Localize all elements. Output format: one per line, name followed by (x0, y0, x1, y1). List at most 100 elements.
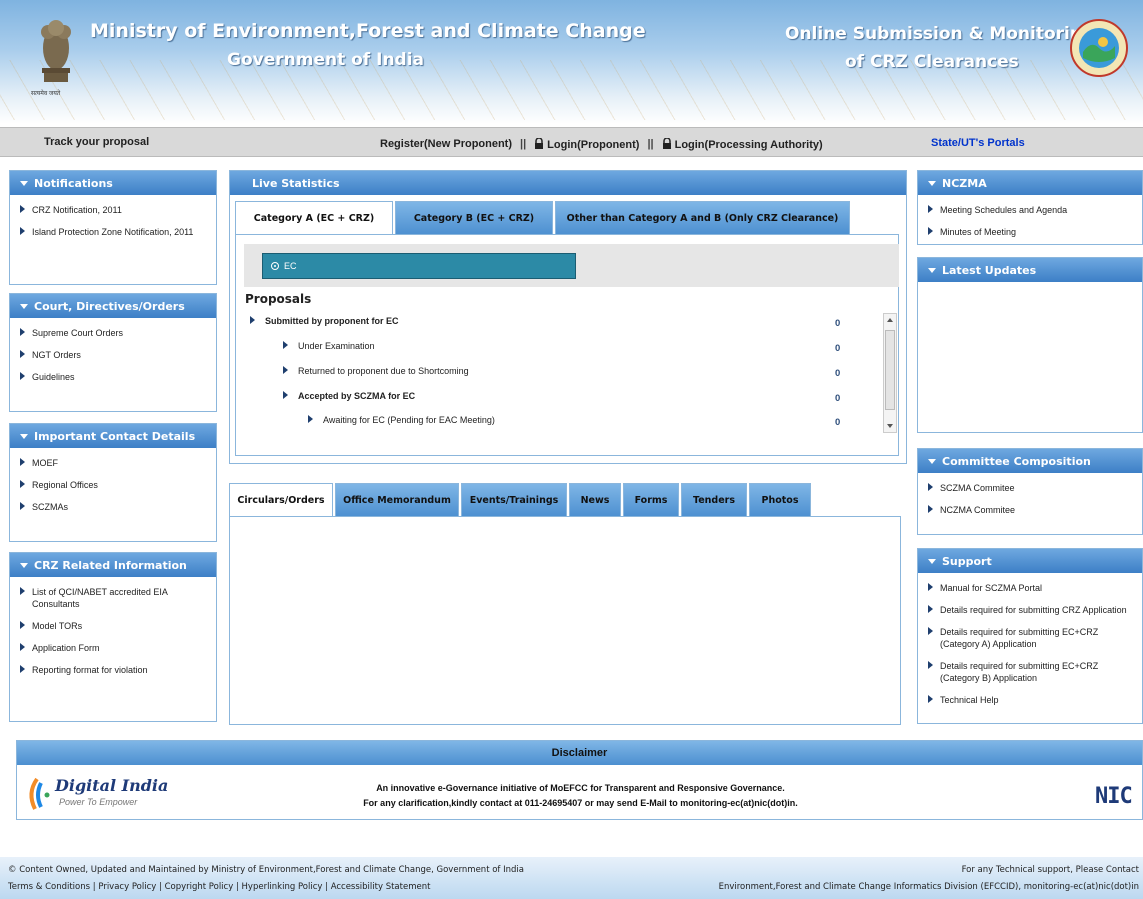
ec-radio-button[interactable]: EC (262, 253, 576, 279)
contacts-list: MOEF Regional Offices SCZMAs (10, 448, 216, 526)
tab-tenders[interactable]: Tenders (681, 483, 747, 517)
ec-label: EC (284, 261, 297, 271)
collapse-icon (20, 180, 28, 186)
list-item[interactable]: MOEF (18, 454, 208, 476)
list-item[interactable]: Island Protection Zone Notification, 201… (18, 223, 208, 245)
item-label: Island Protection Zone Notification, 201… (32, 227, 194, 237)
category-tabs: Category A (EC + CRZ) Category B (EC + C… (235, 201, 852, 235)
list-item[interactable]: SCZMAs (18, 498, 208, 520)
latest-updates-header[interactable]: Latest Updates (918, 258, 1142, 282)
tab-category-b[interactable]: Category B (EC + CRZ) (395, 201, 553, 235)
tab-other-category[interactable]: Other than Category A and B (Only CRZ Cl… (555, 201, 850, 235)
item-label: NGT Orders (32, 350, 81, 360)
proposal-row[interactable]: Under Examination (283, 341, 375, 351)
track-proposal-link[interactable]: Track your proposal (44, 136, 149, 148)
scroll-up-icon[interactable] (887, 318, 893, 322)
crz-info-header[interactable]: CRZ Related Information (10, 553, 216, 577)
bullet-arrow-icon (928, 695, 933, 703)
live-statistics-panel: Live Statistics Category A (EC + CRZ) Ca… (229, 170, 907, 464)
list-item[interactable]: Regional Offices (18, 476, 208, 498)
proposal-count[interactable]: 0 (835, 417, 840, 428)
proposal-count[interactable]: 0 (835, 368, 840, 379)
list-item[interactable]: Minutes of Meeting (926, 223, 1134, 245)
nav-separator: || (647, 138, 654, 150)
bullet-arrow-icon (928, 605, 933, 613)
bullet-arrow-icon (20, 350, 25, 358)
proposal-row[interactable]: Submitted by proponent for EC (250, 316, 399, 326)
nczma-header[interactable]: NCZMA (918, 171, 1142, 195)
crz-info-panel: CRZ Related Information List of QCI/NABE… (9, 552, 217, 722)
list-item[interactable]: Details required for submitting EC+CRZ (… (926, 657, 1134, 691)
item-label: Details required for submitting CRZ Appl… (940, 605, 1127, 615)
proposal-row[interactable]: Accepted by SCZMA for EC (283, 391, 415, 401)
item-label: Guidelines (32, 372, 75, 382)
tab-circulars-orders[interactable]: Circulars/Orders (229, 483, 333, 517)
list-item[interactable]: Details required for submitting CRZ Appl… (926, 601, 1134, 623)
ec-strip: EC (244, 244, 899, 287)
tab-forms[interactable]: Forms (623, 483, 679, 517)
bullet-arrow-icon (928, 583, 933, 591)
list-item[interactable]: Technical Help (926, 691, 1134, 713)
proposal-count[interactable]: 0 (835, 393, 840, 404)
list-item[interactable]: NGT Orders (18, 346, 208, 368)
court-panel: Court, Directives/Orders Supreme Court O… (9, 293, 217, 412)
contacts-header[interactable]: Important Contact Details (10, 424, 216, 448)
contacts-panel: Important Contact Details MOEF Regional … (9, 423, 217, 542)
scroll-down-icon[interactable] (887, 424, 893, 428)
login-proponent-link[interactable]: Login(Proponent) (534, 137, 639, 151)
proposal-count[interactable]: 0 (835, 343, 840, 354)
list-item[interactable]: Supreme Court Orders (18, 324, 208, 346)
login-authority-link[interactable]: Login(Processing Authority) (662, 137, 823, 151)
court-header[interactable]: Court, Directives/Orders (10, 294, 216, 318)
state-portals-link[interactable]: State/UT's Portals (931, 137, 1025, 149)
support-header[interactable]: Support (918, 549, 1142, 573)
notifications-header[interactable]: Notifications (10, 171, 216, 195)
panel-title: Important Contact Details (34, 429, 196, 443)
footer-division: Environment,Forest and Climate Change In… (718, 882, 1139, 892)
scroll-thumb[interactable] (885, 330, 895, 410)
notifications-panel: Notifications CRZ Notification, 2011 Isl… (9, 170, 217, 285)
register-link[interactable]: Register(New Proponent) (380, 138, 512, 150)
item-label: Meeting Schedules and Agenda (940, 205, 1068, 215)
copyright-link[interactable]: Copyright Policy (165, 882, 234, 892)
list-item[interactable]: SCZMA Commitee (926, 479, 1134, 501)
privacy-link[interactable]: Privacy Policy (98, 882, 156, 892)
tab-news[interactable]: News (569, 483, 621, 517)
item-label: Application Form (32, 643, 100, 653)
list-item[interactable]: NCZMA Commitee (926, 501, 1134, 523)
footer-support-text: For any Technical support, Please Contac… (961, 865, 1139, 875)
list-item[interactable]: Details required for submitting EC+CRZ (… (926, 623, 1134, 657)
proposal-row[interactable]: Awaiting for EC (Pending for EAC Meeting… (308, 415, 495, 425)
nic-logo: NIC (1095, 784, 1133, 809)
list-item[interactable]: Model TORs (18, 617, 208, 639)
tab-events-trainings[interactable]: Events/Trainings (461, 483, 567, 517)
item-label: List of QCI/NABET accredited EIA Consult… (32, 587, 168, 609)
tab-photos[interactable]: Photos (749, 483, 811, 517)
collapse-icon (928, 180, 936, 186)
list-item[interactable]: Reporting format for violation (18, 661, 208, 683)
hyperlinking-link[interactable]: Hyperlinking Policy (242, 882, 323, 892)
terms-link[interactable]: Terms & Conditions (8, 882, 90, 892)
tab-office-memorandum[interactable]: Office Memorandum (335, 483, 459, 517)
nczma-panel: NCZMA Meeting Schedules and Agenda Minut… (917, 170, 1143, 245)
bullet-arrow-icon (928, 627, 933, 635)
lock-icon (535, 138, 544, 149)
tab-category-a[interactable]: Category A (EC + CRZ) (235, 201, 393, 235)
accessibility-link[interactable]: Accessibility Statement (331, 882, 431, 892)
proposal-row[interactable]: Returned to proponent due to Shortcoming (283, 366, 469, 376)
expand-arrow-icon (308, 415, 313, 423)
list-item[interactable]: CRZ Notification, 2011 (18, 201, 208, 223)
item-label: MOEF (32, 458, 58, 468)
list-item[interactable]: Meeting Schedules and Agenda (926, 201, 1134, 223)
committee-header[interactable]: Committee Composition (918, 449, 1142, 473)
panel-title: Notifications (34, 176, 113, 190)
latest-updates-panel: Latest Updates (917, 257, 1143, 433)
list-item[interactable]: Guidelines (18, 368, 208, 390)
proposal-count[interactable]: 0 (835, 318, 840, 329)
list-item[interactable]: Application Form (18, 639, 208, 661)
list-item[interactable]: List of QCI/NABET accredited EIA Consult… (18, 583, 208, 617)
list-item[interactable]: Manual for SCZMA Portal (926, 579, 1134, 601)
panel-title: Committee Composition (942, 454, 1091, 468)
proposals-scrollbar[interactable] (883, 313, 897, 433)
bullet-arrow-icon (928, 505, 933, 513)
